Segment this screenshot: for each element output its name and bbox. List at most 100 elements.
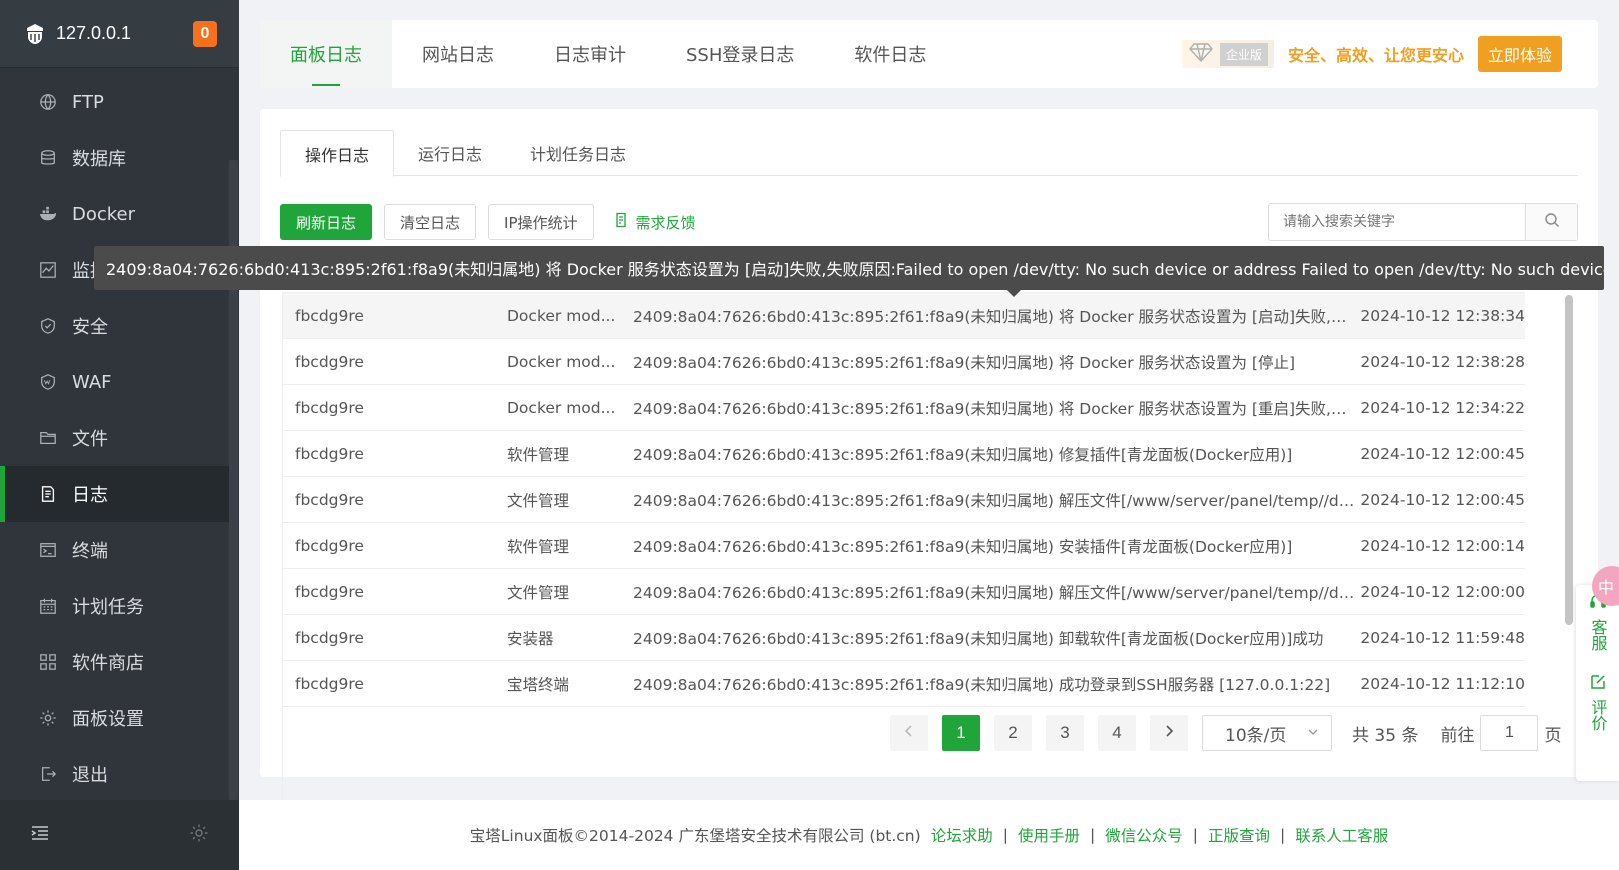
chevron-down-icon [1307, 723, 1319, 743]
cell-user: fbcdg9re [295, 674, 364, 693]
chevron-right-icon [1162, 723, 1176, 743]
sidebar-item-database[interactable]: 数据库 [0, 130, 229, 186]
cell-detail: 2409:8a04:7626:6bd0:413c:895:2f61:f8a9(未… [633, 353, 1296, 372]
sidebar-item-files[interactable]: 文件 [0, 410, 229, 466]
next-page-button[interactable] [1150, 715, 1188, 751]
footer-link-forum[interactable]: 论坛求助 [931, 824, 993, 846]
folder-icon [38, 428, 58, 448]
footer-link-manual[interactable]: 使用手册 [1018, 824, 1080, 846]
cell-detail: 2409:8a04:7626:6bd0:413c:895:2f61:f8a9(未… [633, 307, 1355, 326]
page-size-select[interactable]: 10条/页 [1202, 715, 1332, 751]
sidebar-item-ftp[interactable]: FTP [0, 74, 229, 130]
log-toolbar: 刷新日志 清空日志 IP操作统计 需求反馈 [280, 203, 1578, 241]
footer-link-support[interactable]: 联系人工客服 [1295, 824, 1388, 846]
enterprise-badge-box[interactable]: 企业版 [1181, 40, 1274, 68]
footer-link-wechat[interactable]: 微信公众号 [1105, 824, 1183, 846]
table-row[interactable]: fbcdg9re 宝塔终端 2409:8a04:7626:6bd0:413c:8… [283, 661, 1525, 707]
sidebar-item-logout[interactable]: 退出 [0, 746, 229, 802]
search-box [1268, 203, 1578, 241]
cell-type: Docker mod... [507, 352, 616, 371]
footer-link-license[interactable]: 正版查询 [1208, 824, 1270, 846]
table-row[interactable]: fbcdg9re Docker mod... 2409:8a04:7626:6b… [283, 385, 1525, 431]
cell-time: 2024-10-12 12:00:14 [1360, 536, 1525, 555]
docker-icon [38, 204, 58, 224]
tab-run-log[interactable]: 运行日志 [394, 130, 506, 175]
cell-type: 文件管理 [507, 491, 570, 510]
enterprise-badge: 企业版 [1219, 42, 1268, 66]
cell-time: 2024-10-12 11:59:48 [1360, 628, 1525, 647]
tab-panel-log[interactable]: 面板日志 [260, 20, 392, 88]
sidebar-item-settings[interactable]: 面板设置 [0, 690, 229, 746]
review-button[interactable]: 评价 [1588, 673, 1608, 731]
refresh-log-button[interactable]: 刷新日志 [280, 204, 373, 240]
tab-site-log[interactable]: 网站日志 [392, 20, 524, 88]
table-scrollbar[interactable] [1565, 295, 1573, 625]
goto-page-input[interactable] [1480, 715, 1539, 751]
sidebar-item-cron[interactable]: 计划任务 [0, 578, 229, 634]
detail-tooltip: 2409:8a04:7626:6bd0:413c:895:2f61:f8a9(未… [94, 246, 1604, 290]
sidebar-item-waf[interactable]: WAF [0, 354, 229, 410]
database-icon [38, 148, 58, 168]
table-row[interactable]: fbcdg9re 文件管理 2409:8a04:7626:6bd0:413c:8… [283, 569, 1525, 615]
footer-separator: | [1002, 826, 1008, 844]
prev-page-button[interactable] [890, 715, 928, 751]
ip-stats-button[interactable]: IP操作统计 [488, 204, 594, 240]
tab-cron-log[interactable]: 计划任务日志 [506, 130, 650, 175]
service-label: 客服 [1588, 619, 1608, 651]
sidebar-item-security[interactable]: 安全 [0, 298, 229, 354]
sidebar-item-label: 软件商店 [72, 653, 144, 674]
enterprise-slogan: 安全、高效、让您更安心 [1287, 46, 1464, 65]
sidebar-item-terminal[interactable]: 终端 [0, 522, 229, 578]
log-icon [38, 484, 58, 504]
table-row[interactable]: fbcdg9re 安装器 2409:8a04:7626:6bd0:413c:89… [283, 615, 1525, 661]
table-row[interactable]: fbcdg9re 软件管理 2409:8a04:7626:6bd0:413c:8… [283, 431, 1525, 477]
table-row[interactable]: fbcdg9re 文件管理 2409:8a04:7626:6bd0:413c:8… [283, 477, 1525, 523]
message-badge[interactable]: 0 [193, 20, 217, 47]
page-button-3[interactable]: 3 [1046, 715, 1084, 751]
edit-icon [1589, 673, 1607, 699]
tab-log-audit[interactable]: 日志审计 [524, 20, 656, 88]
settings-gear-icon[interactable] [189, 823, 209, 847]
sidebar-item-label: 文件 [72, 429, 108, 450]
chevron-left-icon [902, 723, 916, 743]
globe-icon [38, 92, 58, 112]
cell-type: 文件管理 [507, 583, 570, 602]
cell-time: 2024-10-12 12:38:34 [1360, 306, 1525, 325]
cell-detail: 2409:8a04:7626:6bd0:413c:895:2f61:f8a9(未… [633, 399, 1355, 418]
page-button-1[interactable]: 1 [942, 715, 980, 751]
goto-label: 前往 [1440, 725, 1475, 746]
tab-ssh-log[interactable]: SSH登录日志 [656, 20, 824, 88]
copyright-text: 宝塔Linux面板©2014-2024 广东堡塔安全技术有限公司 (bt.cn) [469, 827, 921, 845]
cell-time: 2024-10-12 12:00:45 [1360, 444, 1525, 463]
sidebar-item-label: 安全 [72, 317, 108, 338]
search-input[interactable] [1269, 204, 1525, 240]
table-row[interactable]: fbcdg9re 软件管理 2409:8a04:7626:6bd0:413c:8… [283, 523, 1525, 569]
cell-type: 软件管理 [507, 445, 570, 464]
sidebar-footer [0, 800, 239, 870]
page-button-2[interactable]: 2 [994, 715, 1032, 751]
log-type-tabs: 面板日志 网站日志 日志审计 SSH登录日志 软件日志 企业版 安全、高效、让您… [260, 20, 1598, 88]
table-row[interactable]: fbcdg9re Docker mod... 2409:8a04:7626:6b… [283, 339, 1525, 385]
footer-separator: | [1089, 826, 1096, 844]
sidebar-item-docker[interactable]: Docker [0, 186, 229, 242]
feedback-link[interactable]: 需求反馈 [614, 212, 696, 233]
table-row[interactable]: fbcdg9re Docker mod... 2409:8a04:7626:6b… [283, 293, 1525, 339]
sidebar-item-label: 终端 [72, 541, 108, 562]
cell-user: fbcdg9re [295, 628, 364, 647]
collapse-menu-icon[interactable] [30, 823, 50, 847]
cell-detail: 2409:8a04:7626:6bd0:413c:895:2f61:f8a9(未… [633, 537, 1293, 556]
cell-detail: 2409:8a04:7626:6bd0:413c:895:2f61:f8a9(未… [633, 583, 1355, 602]
search-button[interactable] [1525, 204, 1577, 240]
review-label: 评价 [1588, 699, 1608, 731]
try-now-button[interactable]: 立即体验 [1477, 36, 1562, 72]
clear-log-button[interactable]: 清空日志 [384, 204, 477, 240]
tab-software-log[interactable]: 软件日志 [824, 20, 956, 88]
sidebar-item-store[interactable]: 软件商店 [0, 634, 229, 690]
tab-operation-log[interactable]: 操作日志 [280, 130, 395, 177]
page-button-4[interactable]: 4 [1098, 715, 1136, 751]
cell-detail: 2409:8a04:7626:6bd0:413c:895:2f61:f8a9(未… [633, 445, 1293, 464]
sidebar-item-logs[interactable]: 日志 [0, 466, 229, 522]
server-ip[interactable]: 127.0.0.1 [56, 23, 131, 44]
total-count: 共 35 条 [1352, 725, 1419, 746]
gear-icon [38, 708, 58, 728]
